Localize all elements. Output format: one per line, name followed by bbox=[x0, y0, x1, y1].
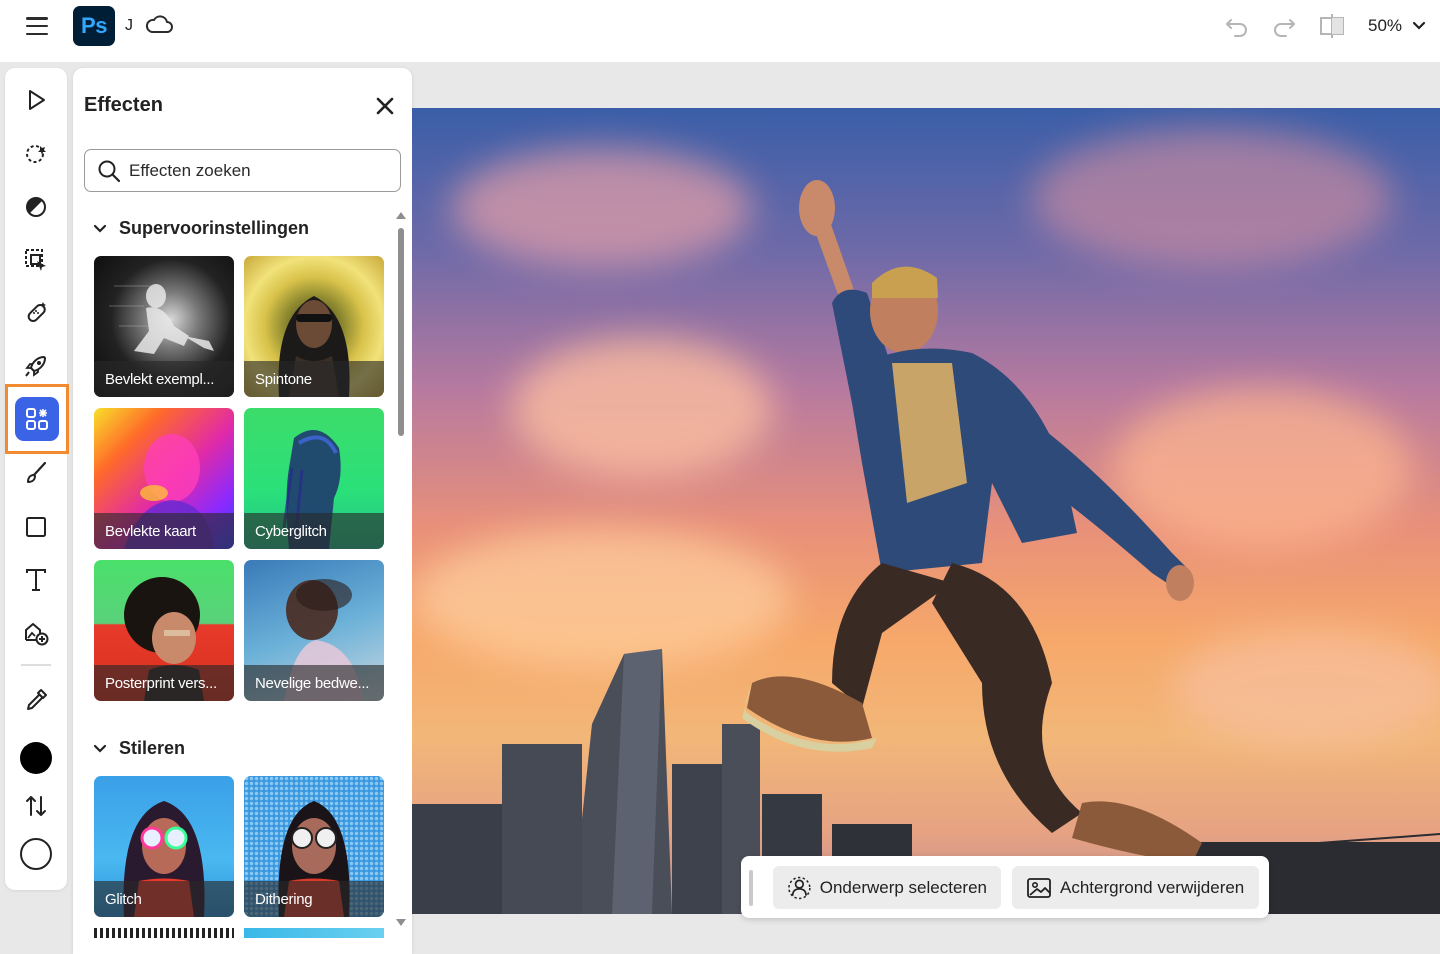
panel-scrollbar[interactable] bbox=[398, 228, 404, 436]
remove-background-label: Achtergrond verwijderen bbox=[1060, 877, 1245, 897]
document-name[interactable]: J bbox=[125, 17, 133, 35]
effect-card[interactable]: Cyberglitch bbox=[244, 408, 384, 549]
scroll-up-icon[interactable] bbox=[395, 210, 407, 220]
effect-label: Nevelige bedwe... bbox=[244, 665, 384, 701]
add-image-tool[interactable] bbox=[16, 613, 56, 653]
effect-card[interactable]: Posterprint vers... bbox=[94, 560, 234, 701]
effect-label: Dithering bbox=[244, 881, 384, 917]
effect-card[interactable]: Dithering bbox=[244, 776, 384, 917]
scroll-down-icon[interactable] bbox=[395, 918, 407, 928]
select-subject-label: Onderwerp selecteren bbox=[819, 877, 987, 897]
search-icon bbox=[98, 160, 121, 182]
panel-title: Effecten bbox=[84, 94, 163, 116]
left-toolbar bbox=[5, 68, 69, 890]
remove-background-icon bbox=[1027, 877, 1051, 898]
close-icon[interactable] bbox=[373, 94, 397, 118]
chevron-down-icon bbox=[93, 224, 107, 233]
heal-tool[interactable] bbox=[16, 293, 56, 333]
contextual-taskbar: Onderwerp selecteren Achtergrond verwijd… bbox=[741, 856, 1269, 918]
search-input[interactable] bbox=[129, 160, 379, 181]
background-color-swatch[interactable] bbox=[20, 838, 52, 870]
adjust-tool[interactable] bbox=[16, 187, 56, 227]
taskbar-grip[interactable] bbox=[749, 870, 753, 906]
magic-select-icon bbox=[26, 145, 46, 163]
shape-tool[interactable] bbox=[16, 507, 56, 547]
hamburger-icon[interactable] bbox=[22, 14, 52, 38]
canvas-cloud bbox=[452, 148, 752, 268]
effects-panel: Effecten Supervoorinstellingen Bevlekt e… bbox=[73, 68, 412, 954]
toolbar-divider bbox=[21, 664, 51, 666]
select-subject-button[interactable]: Onderwerp selecteren bbox=[773, 866, 1001, 909]
effect-label: Bevlekt exempl... bbox=[94, 361, 234, 397]
effect-label: Cyberglitch bbox=[244, 513, 384, 549]
swap-colors-button[interactable] bbox=[16, 786, 56, 826]
section-title: Supervoorinstellingen bbox=[119, 218, 310, 238]
text-icon bbox=[26, 569, 46, 591]
effect-card[interactable]: Nevelige bedwe... bbox=[244, 560, 384, 701]
brush-icon bbox=[27, 461, 47, 483]
section-title: Stileren bbox=[119, 738, 186, 758]
select-tool[interactable] bbox=[16, 80, 56, 120]
search-field[interactable] bbox=[84, 149, 401, 192]
effect-card[interactable]: Bevlekte kaart bbox=[94, 408, 234, 549]
effect-label: Glitch bbox=[94, 881, 234, 917]
eyedropper-tool[interactable] bbox=[16, 680, 56, 720]
undo-icon[interactable] bbox=[1223, 12, 1251, 40]
quick-select-tool[interactable] bbox=[16, 133, 56, 173]
compare-icon[interactable] bbox=[1318, 12, 1346, 40]
effect-card[interactable]: Glitch bbox=[94, 776, 234, 917]
swap-arrows-icon bbox=[26, 796, 46, 816]
effect-card[interactable]: Bevlekt exempl... bbox=[94, 256, 234, 397]
section-supervoorinstellingen[interactable]: Supervoorinstellingen bbox=[93, 218, 309, 239]
effect-card-partial bbox=[244, 928, 384, 938]
top-bar: Ps J 50% bbox=[0, 0, 1440, 62]
cloud-icon[interactable] bbox=[144, 12, 174, 38]
quick-actions-tool[interactable] bbox=[16, 346, 56, 386]
section-stileren[interactable]: Stileren bbox=[93, 738, 185, 759]
zoom-value: 50% bbox=[1368, 16, 1403, 35]
text-tool[interactable] bbox=[16, 560, 56, 600]
canvas-person bbox=[742, 180, 1202, 863]
transform-icon bbox=[25, 249, 46, 271]
photoshop-logo: Ps bbox=[73, 6, 115, 46]
transform-tool[interactable] bbox=[16, 240, 56, 280]
redo-icon[interactable] bbox=[1270, 12, 1298, 40]
effect-label: Spintone bbox=[244, 361, 384, 397]
adjust-icon bbox=[26, 197, 46, 217]
bandage-icon bbox=[27, 302, 46, 323]
add-image-icon bbox=[25, 623, 49, 646]
effect-card[interactable]: Spintone bbox=[244, 256, 384, 397]
effect-label: Posterprint vers... bbox=[94, 665, 234, 701]
effect-card-partial bbox=[94, 928, 234, 938]
pointer-icon bbox=[29, 90, 45, 110]
effects-grid-icon bbox=[26, 408, 48, 430]
canvas-image[interactable] bbox=[412, 108, 1440, 914]
select-subject-icon bbox=[788, 876, 811, 899]
effects-tool-active-bg bbox=[15, 397, 59, 441]
chevron-down-icon bbox=[1412, 21, 1426, 30]
effects-tool[interactable] bbox=[5, 384, 69, 454]
zoom-dropdown[interactable]: 50% bbox=[1368, 16, 1426, 36]
remove-background-button[interactable]: Achtergrond verwijderen bbox=[1012, 866, 1259, 909]
brush-tool[interactable] bbox=[16, 453, 56, 493]
rocket-icon bbox=[25, 356, 46, 377]
effect-label: Bevlekte kaart bbox=[94, 513, 234, 549]
chevron-down-icon bbox=[93, 744, 107, 753]
square-icon bbox=[26, 517, 46, 537]
eyedropper-icon bbox=[27, 689, 47, 710]
foreground-color-swatch[interactable] bbox=[20, 742, 52, 774]
